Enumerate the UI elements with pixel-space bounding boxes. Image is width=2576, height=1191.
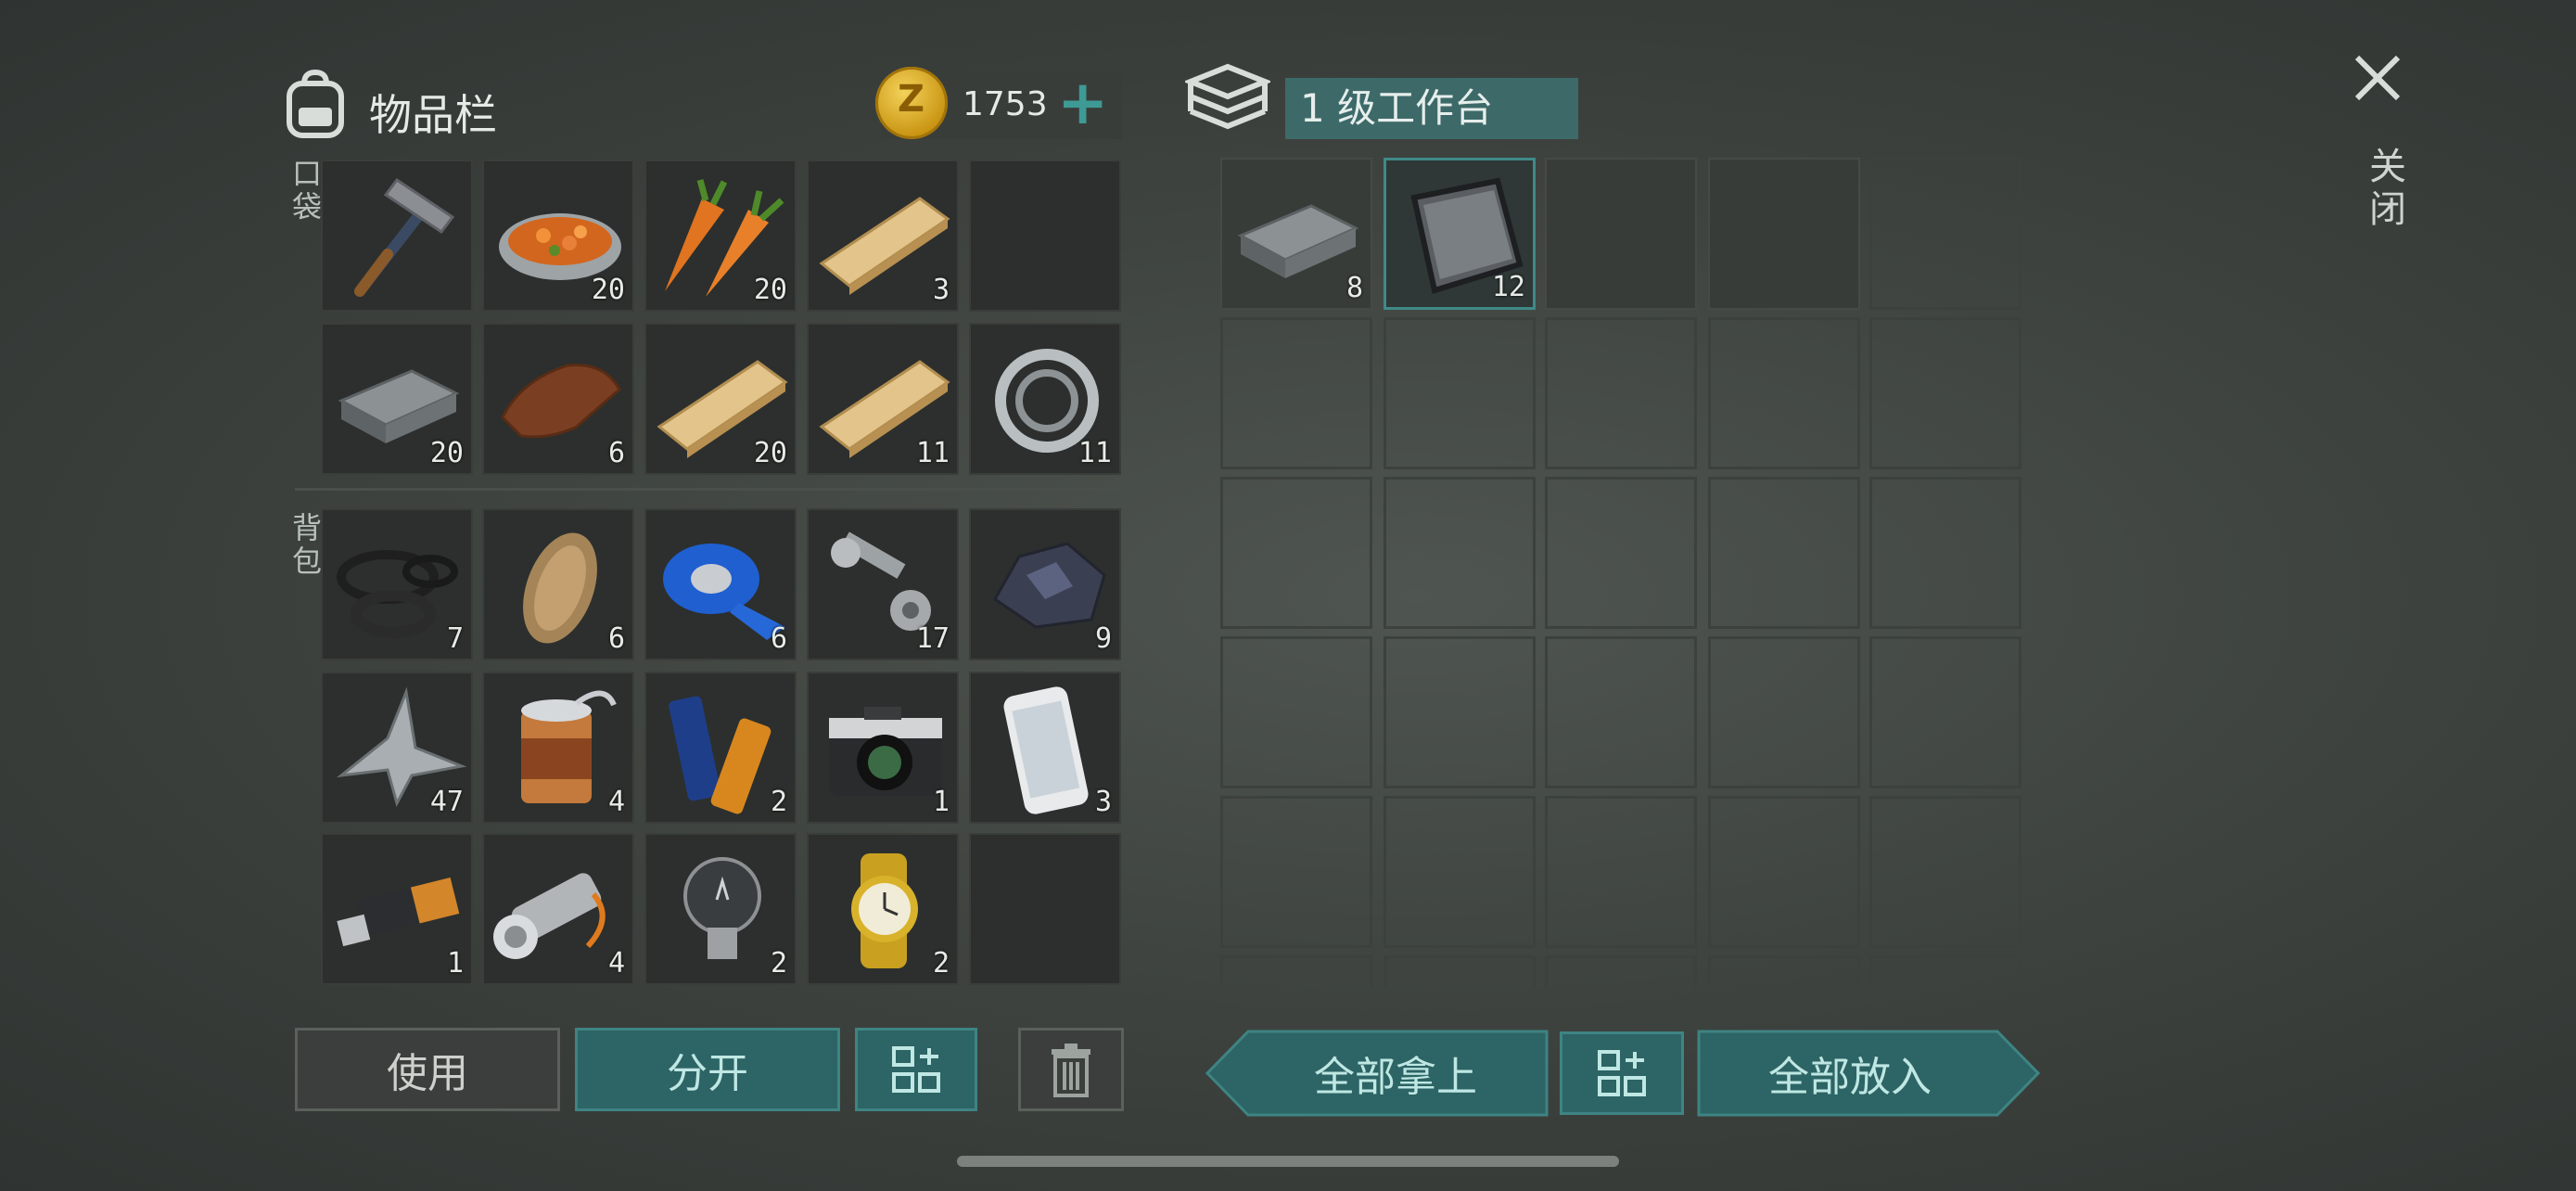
backpack-icon [278, 67, 352, 141]
take-all-button[interactable]: 全部拿上 [1205, 1030, 1549, 1117]
workbench-slot-empty[interactable] [1708, 158, 1860, 310]
workbench-slot-empty[interactable] [1545, 317, 1697, 469]
inventory-slot[interactable]: 3 [807, 160, 959, 312]
use-button[interactable]: 使用 [295, 1028, 560, 1111]
inventory-slot[interactable]: 2 [644, 672, 797, 824]
inventory-slot[interactable]: 6 [482, 323, 634, 475]
take-all-label: 全部拿上 [1314, 1054, 1477, 1101]
home-indicator[interactable] [957, 1156, 1619, 1167]
inventory-slot[interactable]: 20 [321, 323, 473, 475]
workbench-slot-empty[interactable] [1708, 796, 1860, 948]
inventory-slot-empty[interactable] [969, 160, 1121, 312]
coin-count: 1753 [963, 85, 1048, 123]
inventory-slot[interactable]: 20 [644, 160, 797, 312]
trash-button[interactable] [1018, 1028, 1124, 1111]
workbench-slot-empty[interactable] [1869, 636, 2021, 788]
inventory-slot[interactable] [321, 160, 473, 312]
inventory-slot[interactable]: 11 [807, 323, 959, 475]
workbench-icon [1182, 61, 1273, 141]
put-all-button[interactable]: 全部放入 [1697, 1030, 2040, 1117]
workbench-slot-empty[interactable] [1545, 158, 1697, 310]
workbench-slot-empty[interactable] [1384, 317, 1536, 469]
inventory-slot[interactable]: 1 [321, 833, 473, 985]
inventory-slot[interactable]: 4 [482, 833, 634, 985]
workbench-slot-empty[interactable] [1708, 955, 1860, 987]
workbench-sort-button[interactable] [1560, 1031, 1684, 1115]
inventory-slot[interactable]: 20 [482, 160, 634, 312]
workbench-slot-empty[interactable] [1869, 158, 2021, 310]
workbench-slot-empty[interactable] [1708, 477, 1860, 629]
inventory-title: 物品栏 [369, 90, 497, 140]
coin-display: Z 1753 + [875, 67, 1122, 139]
workbench-grid: 8 12 [1220, 158, 2023, 987]
workbench-slot-empty[interactable] [1384, 955, 1536, 987]
inventory-slot[interactable]: 2 [807, 833, 959, 985]
grid-icon [892, 1046, 940, 1093]
inventory-slot[interactable]: 2 [644, 833, 797, 985]
sort-grid-button[interactable] [855, 1028, 977, 1111]
inventory-slot-empty[interactable] [969, 833, 1121, 985]
workbench-slot-empty[interactable] [1384, 796, 1536, 948]
inventory-slot[interactable]: 9 [969, 508, 1121, 660]
workbench-slot-empty[interactable] [1545, 636, 1697, 788]
workbench-slot-empty[interactable] [1220, 477, 1372, 629]
inventory-slot[interactable]: 17 [807, 508, 959, 660]
close-icon[interactable] [2352, 52, 2404, 104]
inventory-slot[interactable]: 11 [969, 323, 1121, 475]
split-button[interactable]: 分开 [575, 1028, 840, 1111]
pocket-backpack-divider [295, 488, 1124, 491]
inventory-slot[interactable]: 4 [482, 672, 634, 824]
workbench-slot-empty[interactable] [1708, 636, 1860, 788]
workbench-title: 1 级工作台 [1285, 78, 1578, 139]
workbench-slot-empty[interactable] [1869, 955, 2021, 987]
inventory-slot[interactable]: 3 [969, 672, 1121, 824]
workbench-slot-empty[interactable] [1220, 796, 1372, 948]
hammer-icon [323, 161, 471, 310]
inventory-slot[interactable]: 47 [321, 672, 473, 824]
inventory-slot[interactable]: 6 [482, 508, 634, 660]
workbench-slot-empty[interactable] [1384, 477, 1536, 629]
workbench-slot-empty[interactable] [1384, 636, 1536, 788]
close-label[interactable]: 关闭 [2357, 147, 2411, 232]
workbench-slot-selected[interactable]: 12 [1384, 158, 1536, 310]
workbench-slot-empty[interactable] [1545, 477, 1697, 629]
workbench-slot-empty[interactable] [1545, 955, 1697, 987]
workbench-slot-empty[interactable] [1869, 477, 2021, 629]
workbench-slot-empty[interactable] [1545, 796, 1697, 948]
workbench-slot-empty[interactable] [1220, 955, 1372, 987]
workbench-slot-empty[interactable] [1869, 317, 2021, 469]
inventory-slot[interactable]: 6 [644, 508, 797, 660]
put-all-label: 全部放入 [1768, 1054, 1932, 1101]
trash-icon [1052, 1044, 1090, 1097]
workbench-slot-empty[interactable] [1220, 636, 1372, 788]
grid-icon [1598, 1050, 1646, 1096]
inventory-slot[interactable]: 1 [807, 672, 959, 824]
inventory-slot[interactable]: 20 [644, 323, 797, 475]
workbench-slot-empty[interactable] [1869, 796, 2021, 948]
inventory-slot[interactable]: 7 [321, 508, 473, 660]
workbench-slot-empty[interactable] [1220, 317, 1372, 469]
workbench-slot[interactable]: 8 [1220, 158, 1372, 310]
workbench-slot-empty[interactable] [1708, 317, 1860, 469]
add-coins-button[interactable]: + [1057, 67, 1108, 138]
coin-icon: Z [875, 67, 948, 139]
